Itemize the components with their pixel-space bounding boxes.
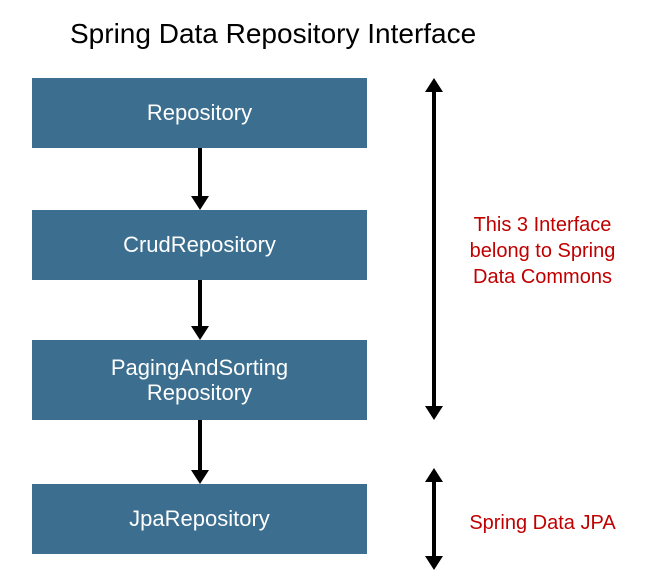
diagram-title: Spring Data Repository Interface <box>70 18 476 50</box>
double-arrow-icon <box>432 90 436 408</box>
double-arrow-icon <box>432 480 436 558</box>
box-repository: Repository <box>32 78 367 148</box>
text-line: Data Commons <box>473 266 612 288</box>
box-repository-label: Repository <box>147 100 252 126</box>
box-paging-sorting-repository: PagingAndSorting Repository <box>32 340 367 420</box>
arrow-down-icon <box>198 148 202 198</box>
box-jpa-repository-label: JpaRepository <box>129 506 270 532</box>
text-line: belong to Spring <box>470 240 616 262</box>
text-line: PagingAndSorting <box>111 355 288 380</box>
box-paging-sorting-label: PagingAndSorting Repository <box>111 355 288 406</box>
annotation-commons: This 3 Interface belong to Spring Data C… <box>460 212 625 290</box>
arrow-down-icon <box>198 420 202 472</box>
box-jpa-repository: JpaRepository <box>32 484 367 554</box>
text-line: Spring Data JPA <box>469 512 615 534</box>
box-crud-repository-label: CrudRepository <box>123 232 276 258</box>
arrow-down-icon <box>198 280 202 328</box>
text-line: This 3 Interface <box>474 214 612 236</box>
text-line: Repository <box>147 380 252 405</box>
annotation-jpa: Spring Data JPA <box>460 510 625 536</box>
box-crud-repository: CrudRepository <box>32 210 367 280</box>
